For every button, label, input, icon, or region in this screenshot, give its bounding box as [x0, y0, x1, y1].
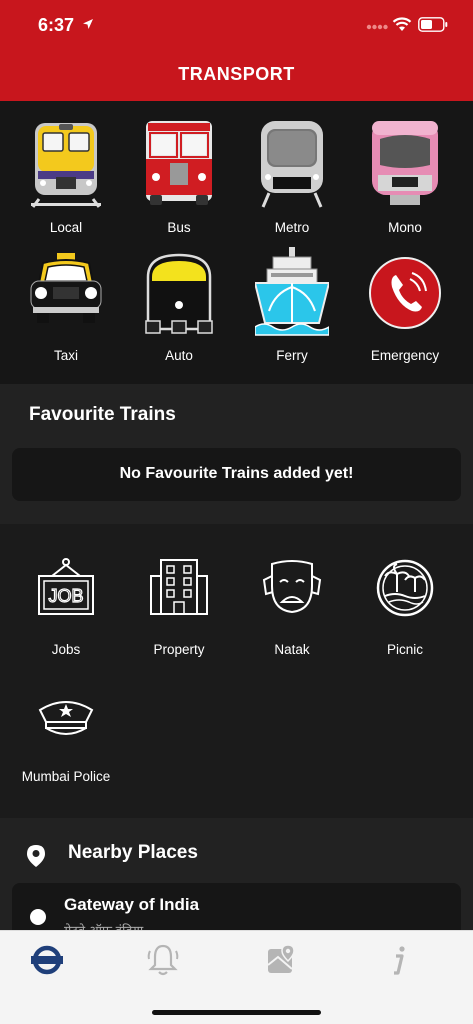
location-pin-icon	[27, 845, 45, 867]
place-bullet	[30, 909, 46, 925]
empty-state-message: No Favourite Trains added yet!	[119, 465, 354, 482]
transport-bus[interactable]: Bus	[124, 119, 234, 239]
transport-ferry[interactable]: Ferry	[237, 247, 347, 367]
tab-alerts[interactable]	[132, 943, 192, 977]
service-label: Picnic	[386, 642, 423, 657]
wifi-icon	[392, 17, 412, 31]
transport-emergency[interactable]: Emergency	[350, 247, 460, 367]
bell-icon	[147, 944, 179, 976]
place-name: Gateway of India	[64, 895, 200, 914]
status-time: 6:37	[38, 15, 75, 35]
service-natak[interactable]: Natak	[237, 558, 347, 658]
service-property[interactable]: Property	[124, 558, 234, 658]
beach-icon	[376, 559, 434, 617]
info-icon	[394, 946, 405, 975]
battery-icon	[418, 17, 448, 32]
drama-mask-icon	[262, 560, 322, 614]
transport-auto[interactable]: Auto	[124, 247, 234, 367]
transport-label: Bus	[167, 220, 191, 235]
location-arrow-icon	[83, 19, 93, 29]
job-board-icon: JOB	[38, 558, 94, 615]
service-picnic[interactable]: Picnic	[350, 558, 460, 658]
monorail-icon	[372, 121, 438, 205]
taxi-icon	[30, 253, 102, 323]
transport-local[interactable]: Local	[11, 119, 121, 239]
transport-label: Metro	[274, 220, 310, 235]
transport-grid: Local Bus Metro Mono Taxi Auto Ferry Eme…	[0, 101, 473, 384]
transport-metro[interactable]: Metro	[237, 119, 347, 239]
transit-roundel-icon	[31, 945, 63, 975]
service-label: Jobs	[51, 642, 81, 657]
app-header: 6:37 TRANSPORT	[0, 0, 473, 101]
transport-label: Local	[49, 220, 83, 235]
transport-label: Taxi	[53, 348, 78, 363]
nearby-places-section: Nearby Places Gateway of India गेटवे ऑफ …	[0, 818, 473, 930]
transport-label: Emergency	[370, 348, 440, 363]
services-grid: JOB Jobs Property Natak Picnic Mumbai Po…	[0, 524, 473, 818]
police-cap-icon	[38, 701, 94, 735]
transport-label: Ferry	[276, 348, 308, 363]
metro-icon	[261, 121, 323, 208]
auto-rickshaw-icon	[145, 253, 213, 334]
map-icon	[267, 944, 295, 973]
transport-mono[interactable]: Mono	[350, 119, 460, 239]
status-bar: 6:37	[0, 0, 473, 50]
transport-label: Mono	[388, 220, 422, 235]
bus-icon	[146, 121, 212, 205]
ferry-icon	[255, 247, 329, 336]
section-title: Favourite Trains	[29, 404, 176, 425]
cellular-signal-icon	[366, 24, 388, 30]
tab-map[interactable]	[250, 943, 310, 977]
place-local-name: गेटवे ऑफ इंडिया	[64, 921, 143, 930]
transport-taxi[interactable]: Taxi	[11, 247, 121, 367]
tab-home[interactable]	[16, 943, 76, 977]
emergency-phone-icon	[369, 257, 441, 329]
page-title: TRANSPORT	[178, 64, 295, 84]
service-label: Mumbai Police	[21, 769, 111, 784]
home-indicator	[152, 1010, 321, 1015]
service-jobs[interactable]: JOB Jobs	[11, 558, 121, 658]
favourite-trains-section: Favourite Trains No Favourite Trains add…	[0, 384, 473, 524]
tab-bar	[0, 930, 473, 1024]
service-mumbai-police[interactable]: Mumbai Police	[11, 690, 121, 790]
service-label: Property	[153, 642, 205, 657]
tab-info[interactable]	[368, 943, 428, 977]
service-label: Natak	[274, 642, 310, 657]
section-title: Nearby Places	[68, 842, 198, 863]
svg-text:JOB: JOB	[48, 586, 83, 606]
local-train-icon	[31, 123, 101, 208]
nearby-place-item[interactable]: Gateway of India गेटवे ऑफ इंडिया	[12, 883, 461, 930]
building-icon	[150, 559, 208, 615]
favourite-trains-empty-card: No Favourite Trains added yet!	[12, 448, 461, 501]
transport-label: Auto	[165, 348, 193, 363]
